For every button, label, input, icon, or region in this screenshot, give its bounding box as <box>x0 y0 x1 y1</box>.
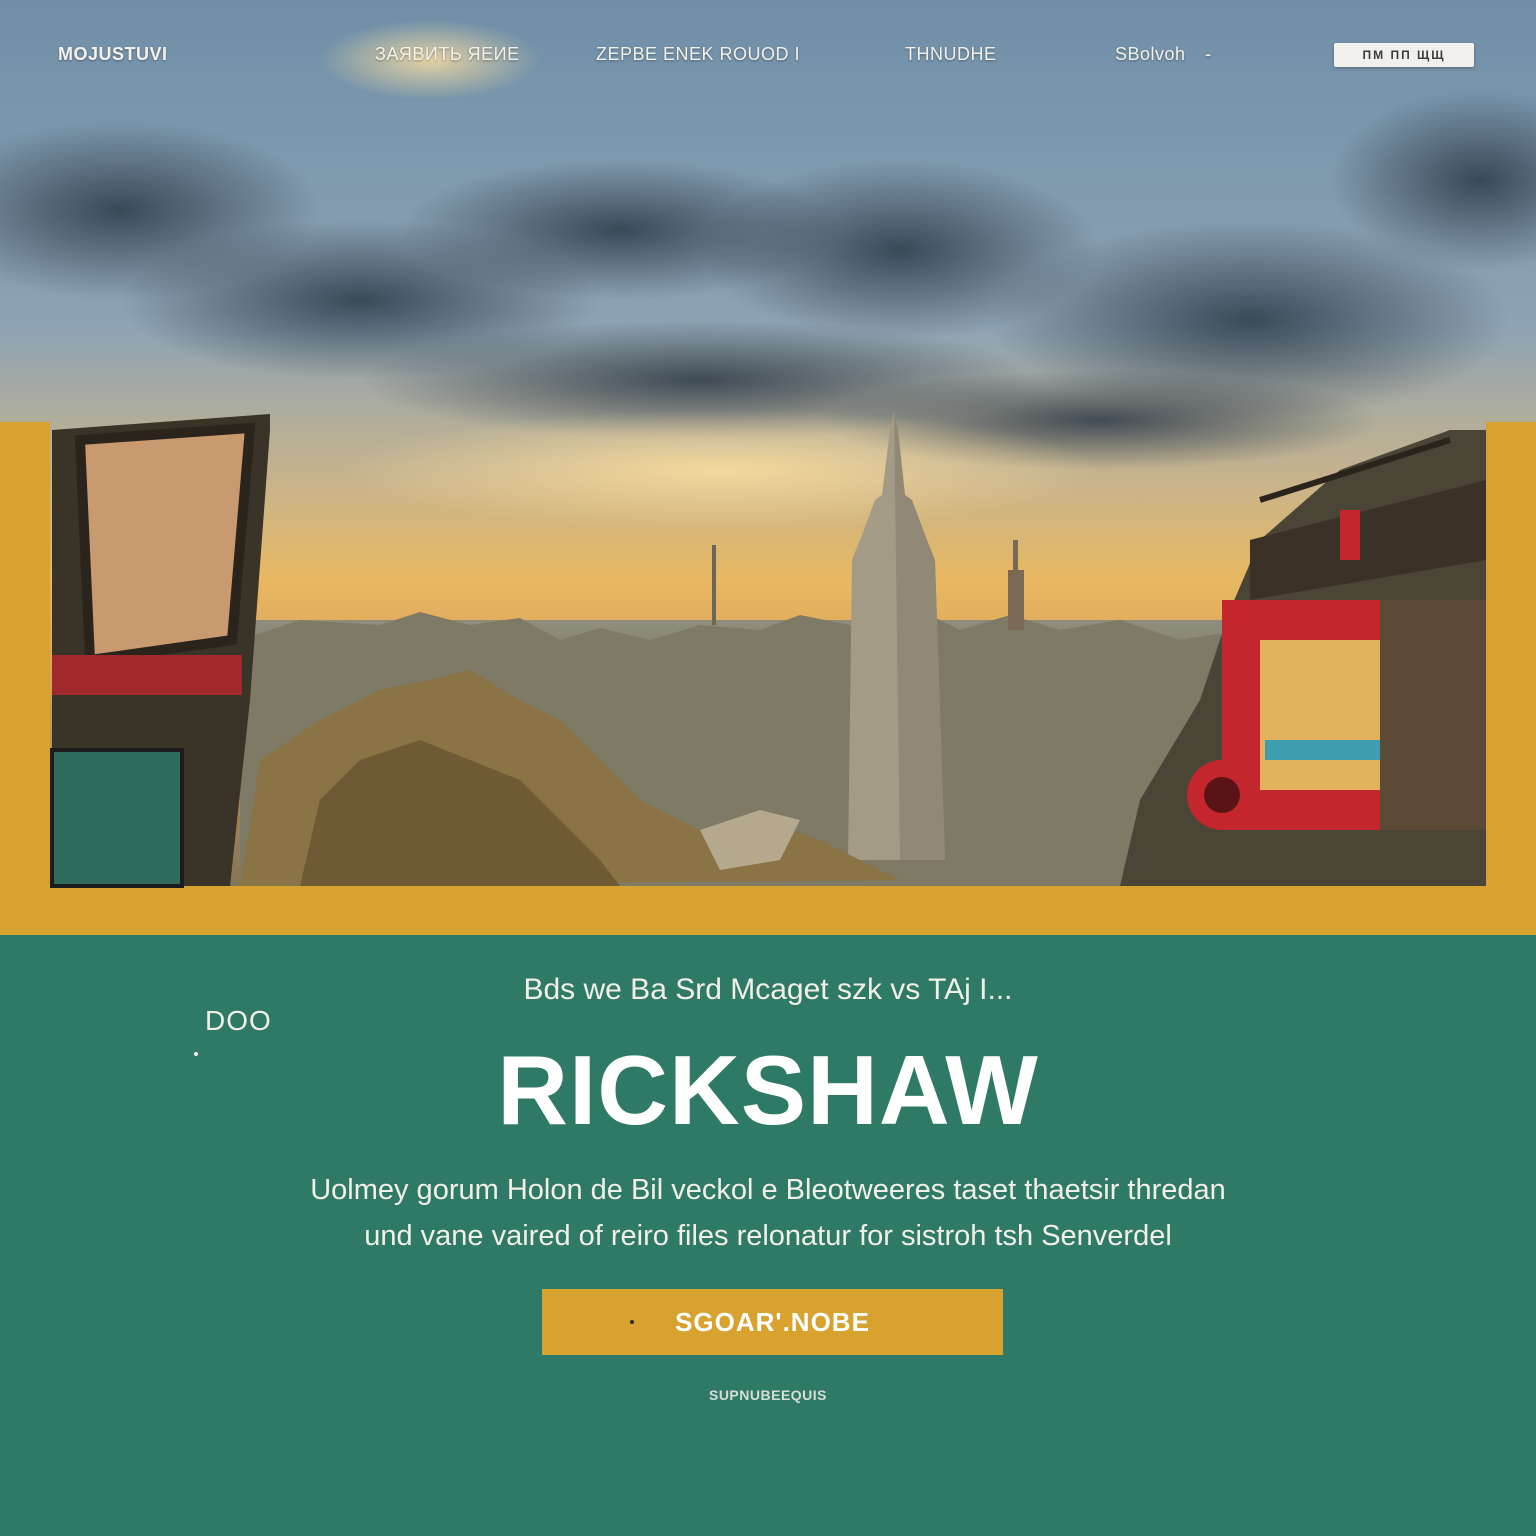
nav-item-2[interactable]: ZEPBE ENEK ROUOD I <box>596 44 800 65</box>
nav-item-3[interactable]: THNUDHЕ <box>905 44 997 65</box>
footer-note[interactable]: SUPNUBEEQUIS <box>0 1387 1536 1403</box>
body-line-2: und vane vaired of reiro files relonatur… <box>364 1220 1172 1252</box>
page-title: RICKSHAW <box>497 1035 1039 1145</box>
hero-banner: MOJUSTUVI ЗАЯВИТЬ ЯЕИE ZEPBE ENEK ROUOD … <box>0 0 1536 935</box>
body-text: Uolmey gorum Holon de Bil veckol e Bleot… <box>260 1167 1276 1259</box>
nav-item-4-dropdown[interactable]: SBolvoh - <box>1115 44 1212 65</box>
eyebrow-text: Bds we Ba Srd Mcaget szk vs TAj I... <box>523 973 1013 1006</box>
cta-dot <box>630 1320 634 1324</box>
cta-label: SGOAR'.NOBE <box>675 1307 870 1337</box>
nav-item-4-label: SBolvoh <box>1115 44 1186 64</box>
hero-image <box>0 0 1536 935</box>
chevron-down-icon: - <box>1205 44 1212 64</box>
cta-button[interactable]: SGOAR'.NOBE <box>542 1289 1003 1355</box>
body-line-1: Uolmey gorum Holon de Bil veckol e Bleot… <box>310 1174 1226 1206</box>
content-section: Bds we Ba Srd Mcaget szk vs TAj I... DOO… <box>0 935 1536 1536</box>
nav-pill-button[interactable]: ПМ ПП ЩЩ <box>1334 43 1474 67</box>
top-nav: MOJUSTUVI ЗАЯВИТЬ ЯЕИE ZEPBE ENEK ROUOD … <box>0 36 1536 84</box>
nav-brand[interactable]: MOJUSTUVI <box>58 44 168 65</box>
nav-item-1[interactable]: ЗАЯВИТЬ ЯЕИE <box>375 44 520 65</box>
landing-page: MOJUSTUVI ЗАЯВИТЬ ЯЕИE ZEPBE ENEK ROUOD … <box>0 0 1536 1536</box>
